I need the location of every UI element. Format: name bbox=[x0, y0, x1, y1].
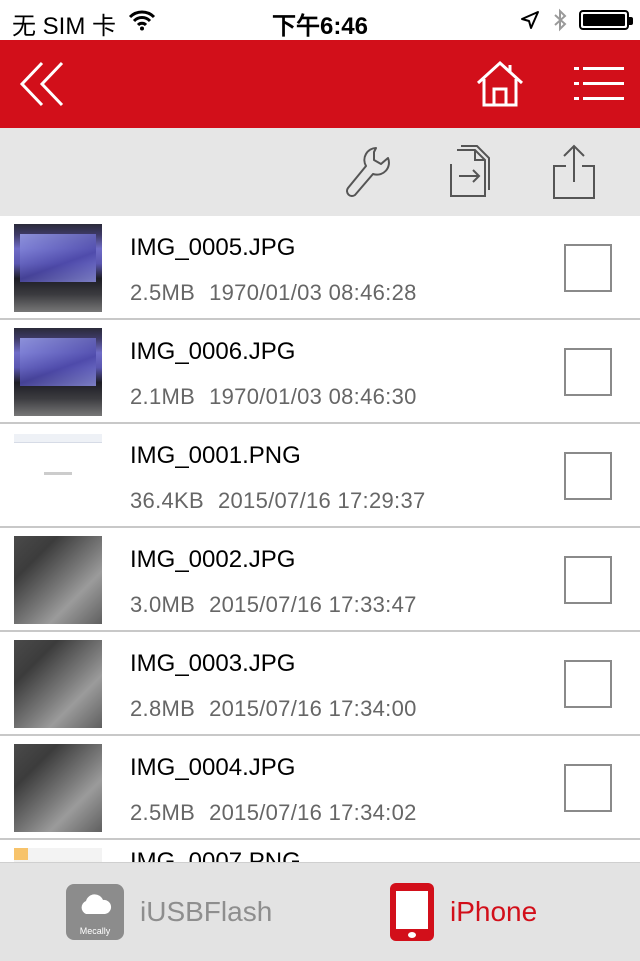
file-size: 2.5MB bbox=[130, 280, 196, 305]
file-thumbnail bbox=[14, 432, 102, 520]
file-date: 1970/01/03 08:46:30 bbox=[209, 384, 417, 409]
file-size: 2.8MB bbox=[130, 696, 196, 721]
file-row[interactable]: IMG_0003.JPG 2.8MB 2015/07/16 17:34:00 bbox=[0, 632, 640, 736]
file-size: 3.0MB bbox=[130, 592, 196, 617]
file-thumbnail bbox=[14, 744, 102, 832]
file-row[interactable]: IMG_0001.PNG 36.4KB 2015/07/16 17:29:37 bbox=[0, 424, 640, 528]
home-button[interactable] bbox=[470, 40, 530, 128]
home-icon bbox=[476, 60, 524, 107]
file-row-partial[interactable]: IMG_0007.PNG bbox=[0, 840, 640, 862]
file-meta: 2.8MB 2015/07/16 17:34:00 bbox=[130, 696, 417, 722]
file-row[interactable]: IMG_0005.JPG 2.5MB 1970/01/03 08:46:28 bbox=[0, 216, 640, 320]
file-name: IMG_0007.PNG bbox=[130, 848, 301, 862]
tab-iphone[interactable]: iPhone bbox=[390, 863, 537, 961]
battery-icon bbox=[579, 10, 633, 30]
tab-bar: Mecally iUSBFlash iPhone bbox=[0, 862, 640, 961]
file-meta: 3.0MB 2015/07/16 17:33:47 bbox=[130, 592, 417, 618]
file-date: 1970/01/03 08:46:28 bbox=[209, 280, 417, 305]
file-size: 2.1MB bbox=[130, 384, 196, 409]
phone-icon bbox=[390, 883, 434, 941]
action-toolbar bbox=[0, 128, 640, 216]
location-icon bbox=[521, 11, 539, 29]
file-name: IMG_0003.JPG bbox=[130, 650, 296, 677]
file-thumbnail bbox=[14, 224, 102, 312]
file-name: IMG_0004.JPG bbox=[130, 754, 296, 781]
select-checkbox[interactable] bbox=[564, 244, 612, 292]
file-date: 2015/07/16 17:34:00 bbox=[209, 696, 417, 721]
file-thumbnail bbox=[14, 536, 102, 624]
double-chevron-left-icon bbox=[19, 61, 64, 107]
file-date: 2015/07/16 17:29:37 bbox=[217, 488, 426, 513]
select-checkbox[interactable] bbox=[564, 348, 612, 396]
status-bar: 无 SIM 卡 下午6:46 bbox=[0, 0, 640, 40]
file-name: IMG_0005.JPG bbox=[130, 234, 296, 261]
menu-icon bbox=[574, 67, 624, 100]
select-checkbox[interactable] bbox=[564, 764, 612, 812]
clock: 下午6:46 bbox=[271, 13, 369, 40]
select-checkbox[interactable] bbox=[564, 452, 612, 500]
file-date: 2015/07/16 17:34:02 bbox=[209, 800, 417, 825]
share-icon bbox=[553, 144, 595, 199]
file-date: 2015/07/16 17:33:47 bbox=[209, 592, 417, 617]
file-thumbnail bbox=[14, 848, 102, 862]
select-checkbox[interactable] bbox=[564, 660, 612, 708]
bluetooth-icon bbox=[554, 8, 567, 32]
menu-button[interactable] bbox=[568, 40, 630, 128]
file-meta: 2.5MB 2015/07/16 17:34:02 bbox=[130, 800, 417, 826]
tab-iusbflash[interactable]: Mecally iUSBFlash bbox=[66, 863, 272, 961]
file-name: IMG_0001.PNG bbox=[130, 442, 301, 469]
file-meta: 2.5MB 1970/01/03 08:46:28 bbox=[130, 280, 417, 306]
app-header bbox=[0, 40, 640, 128]
file-row[interactable]: IMG_0004.JPG 2.5MB 2015/07/16 17:34:02 bbox=[0, 736, 640, 840]
file-list: IMG_0005.JPG 2.5MB 1970/01/03 08:46:28 IM… bbox=[0, 216, 640, 862]
file-name: IMG_0002.JPG bbox=[130, 546, 296, 573]
back-button[interactable] bbox=[8, 40, 78, 128]
file-name: IMG_0006.JPG bbox=[130, 338, 296, 365]
file-row[interactable]: IMG_0002.JPG 3.0MB 2015/07/16 17:33:47 bbox=[0, 528, 640, 632]
tab-label: iUSBFlash bbox=[140, 896, 273, 927]
move-button[interactable] bbox=[440, 128, 500, 216]
file-meta: 36.4KB 2015/07/16 17:29:37 bbox=[130, 488, 426, 514]
wrench-icon bbox=[346, 147, 390, 197]
cloud-icon bbox=[81, 894, 112, 914]
file-thumbnail bbox=[14, 328, 102, 416]
tab-label: iPhone bbox=[450, 896, 538, 927]
move-file-icon bbox=[450, 145, 490, 197]
brand-label: Mecally bbox=[79, 926, 111, 936]
tools-button[interactable] bbox=[336, 128, 396, 216]
file-size: 36.4KB bbox=[130, 488, 204, 513]
usb-drive-icon: Mecally bbox=[66, 884, 124, 940]
file-thumbnail bbox=[14, 640, 102, 728]
share-button[interactable] bbox=[544, 128, 604, 216]
file-meta: 2.1MB 1970/01/03 08:46:30 bbox=[130, 384, 417, 410]
file-size: 2.5MB bbox=[130, 800, 196, 825]
file-row[interactable]: IMG_0006.JPG 2.1MB 1970/01/03 08:46:30 bbox=[0, 320, 640, 424]
select-checkbox[interactable] bbox=[564, 556, 612, 604]
